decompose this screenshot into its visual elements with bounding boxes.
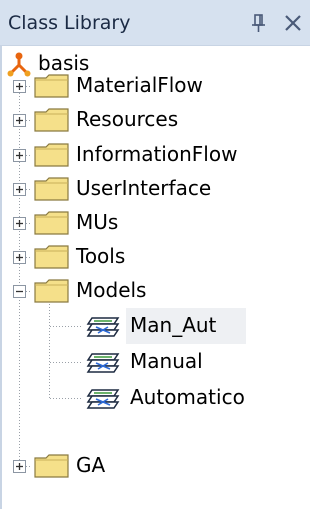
tree-item-ga[interactable]: GA bbox=[0, 448, 310, 484]
folder-open-icon bbox=[34, 279, 70, 303]
model-icon bbox=[84, 350, 124, 376]
model-icon bbox=[84, 314, 124, 340]
tree-item-materialflow[interactable]: MaterialFlow bbox=[0, 68, 310, 104]
expand-plus-icon[interactable] bbox=[13, 460, 26, 473]
tree-item-tools[interactable]: Tools bbox=[0, 239, 310, 275]
tree-item-label: Tools bbox=[76, 244, 126, 268]
expand-plus-icon[interactable] bbox=[13, 217, 26, 230]
folder-icon bbox=[34, 108, 70, 132]
folder-icon bbox=[34, 74, 70, 98]
tree-item-man-aut[interactable]: Man_Aut bbox=[0, 308, 310, 344]
tree-item-label: Automatico bbox=[130, 385, 245, 409]
expand-plus-icon[interactable] bbox=[13, 80, 26, 93]
expand-plus-icon[interactable] bbox=[13, 251, 26, 264]
tree-item-models[interactable]: Models bbox=[0, 273, 310, 309]
folder-icon bbox=[34, 245, 70, 269]
collapse-minus-icon[interactable] bbox=[13, 285, 26, 298]
expand-plus-icon[interactable] bbox=[13, 114, 26, 127]
tree-item-userinterface[interactable]: UserInterface bbox=[0, 171, 310, 207]
pin-icon[interactable] bbox=[250, 12, 268, 34]
tree-item-label: Man_Aut bbox=[130, 313, 217, 337]
folder-icon bbox=[34, 143, 70, 167]
tree-item-label: UserInterface bbox=[76, 176, 212, 200]
tree-item-label: InformationFlow bbox=[76, 142, 238, 166]
folder-icon bbox=[34, 177, 70, 201]
class-tree: basis MaterialFlow Resources Information… bbox=[0, 46, 310, 509]
tree-item-label: Resources bbox=[76, 107, 179, 131]
expand-plus-icon[interactable] bbox=[13, 149, 26, 162]
folder-icon bbox=[34, 211, 70, 235]
tree-item-manual[interactable]: Manual bbox=[0, 344, 310, 380]
tree-item-label: GA bbox=[76, 453, 106, 477]
tree-item-label: MaterialFlow bbox=[76, 73, 203, 97]
panel-title-bar: Class Library bbox=[0, 0, 310, 46]
expand-plus-icon[interactable] bbox=[13, 183, 26, 196]
close-icon[interactable] bbox=[282, 12, 304, 34]
tree-item-label: MUs bbox=[76, 210, 119, 234]
tree-item-automatico[interactable]: Automatico bbox=[0, 380, 310, 416]
tree-item-label: Manual bbox=[130, 349, 203, 373]
tree-item-label: Models bbox=[76, 278, 147, 302]
folder-icon bbox=[34, 454, 70, 478]
panel-title: Class Library bbox=[8, 12, 131, 34]
tree-item-mus[interactable]: MUs bbox=[0, 205, 310, 241]
class-library-panel: Class Library basis MaterialFlow Resourc… bbox=[0, 0, 310, 509]
tree-item-resources[interactable]: Resources bbox=[0, 102, 310, 138]
tree-item-informationflow[interactable]: InformationFlow bbox=[0, 137, 310, 173]
model-icon bbox=[84, 386, 124, 412]
